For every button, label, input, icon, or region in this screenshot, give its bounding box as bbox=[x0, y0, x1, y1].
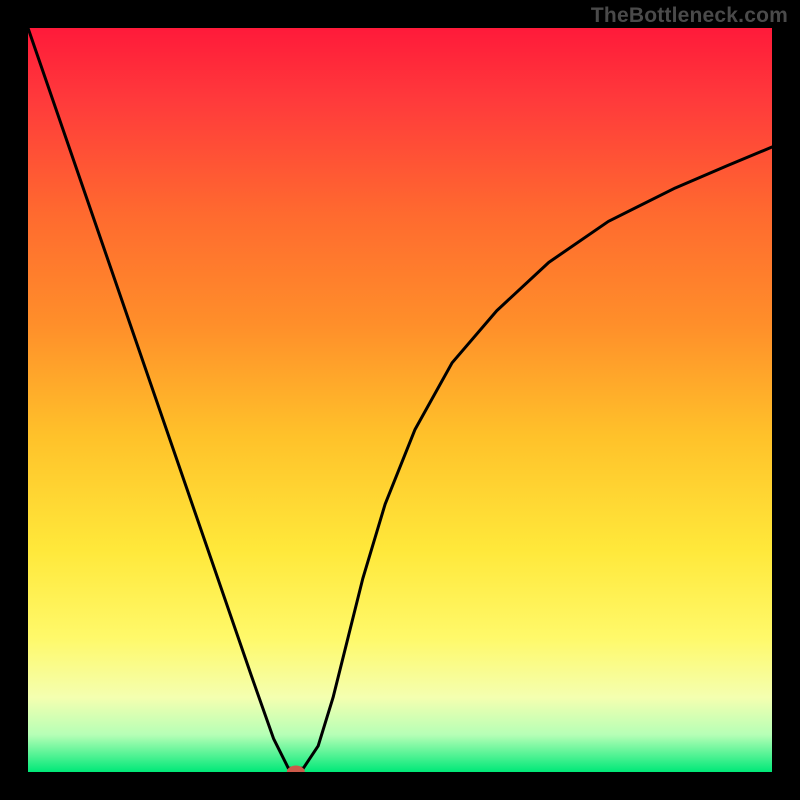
chart-frame: TheBottleneck.com bbox=[0, 0, 800, 800]
gradient-background bbox=[28, 28, 772, 772]
watermark-text: TheBottleneck.com bbox=[591, 4, 788, 28]
plot-area bbox=[28, 28, 772, 772]
chart-svg bbox=[28, 28, 772, 772]
